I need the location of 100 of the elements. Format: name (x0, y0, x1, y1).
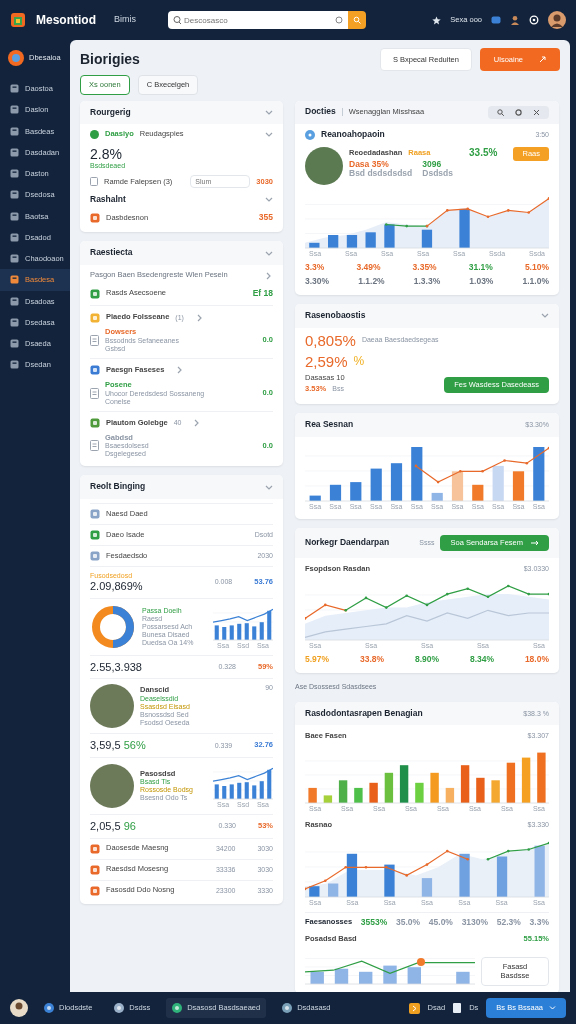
metric-value: 0,805% (305, 331, 356, 350)
search-button[interactable] (348, 11, 366, 29)
figure-value: 1.3.3% (413, 277, 441, 288)
chart-bar (309, 885, 320, 897)
chart-bar (384, 773, 394, 804)
app-icon (282, 1003, 293, 1013)
app-name: Mesontiod (36, 12, 96, 29)
figure-value: 3553% (360, 917, 388, 928)
settings-icon[interactable] (529, 15, 539, 25)
search-icon (171, 15, 183, 25)
chart-bar (252, 626, 257, 640)
chart-bar (411, 446, 423, 501)
arrow-icon (531, 540, 539, 547)
stat-value: 2.55,3.938 (90, 660, 143, 674)
figure-value: 3.3% (529, 917, 549, 928)
chart-bar (222, 786, 227, 800)
close-icon (533, 108, 540, 116)
chart-bar (445, 788, 455, 804)
chart-bar (415, 783, 424, 804)
card-title: Rasenobaostis (305, 311, 367, 321)
search-icon (497, 108, 504, 116)
chevron-icon[interactable] (265, 483, 273, 491)
search-button[interactable] (494, 108, 507, 116)
figure-value: 33.8% (359, 655, 385, 666)
page-icon (10, 317, 19, 327)
chart-bar (460, 765, 470, 804)
chart-bar (244, 782, 249, 800)
chart-bar (533, 446, 545, 501)
chart-bar (399, 765, 409, 804)
chevron-icon[interactable] (541, 312, 549, 320)
avatar-icon[interactable] (548, 11, 566, 29)
photo-placeholder (90, 684, 134, 729)
settings-icon (515, 108, 522, 116)
logo-icon (10, 12, 26, 28)
chart-bar (384, 864, 395, 897)
chat-icon[interactable] (491, 15, 501, 25)
stat-value: 2,05,5 96 (90, 820, 137, 833)
nav-link[interactable]: Bimis (114, 13, 136, 27)
figure-value: 45.0% (428, 917, 453, 928)
status-icon (90, 130, 99, 140)
app-icon[interactable] (408, 1002, 420, 1014)
stat-value: 2.09,869% (90, 580, 144, 593)
chart-bar (214, 784, 219, 800)
page-icon (10, 147, 19, 157)
detail-text: Bsd dsdsdsdsd (349, 169, 413, 180)
chart-bar (309, 495, 321, 501)
photo-placeholder (90, 764, 134, 809)
app-icon (172, 1003, 183, 1013)
page-icon (10, 339, 19, 349)
chart-bar (359, 972, 373, 985)
chart-bar (537, 753, 546, 804)
star-icon[interactable] (432, 15, 442, 25)
chart-bar (244, 623, 249, 640)
figure-value: 5.10% (524, 262, 549, 273)
chart-bar (252, 785, 257, 800)
chart-bar (459, 853, 470, 897)
detail-text: Dasa 35% (349, 159, 390, 169)
panel-title: Docties (305, 107, 336, 117)
figure-value: 1.1.2% (358, 277, 385, 288)
chart-bar (338, 780, 348, 804)
amount: Ef 18 (252, 288, 273, 299)
card-title: Norkegr Daendarpan (305, 538, 391, 548)
page-icon (10, 254, 19, 264)
circle-icon (334, 15, 344, 25)
tile-icon (90, 212, 100, 223)
chart-bar (259, 781, 264, 800)
chart-bar (229, 625, 234, 640)
page-icon (10, 275, 19, 285)
chart-bar (370, 468, 382, 501)
search-icon (353, 16, 361, 24)
chart-bar (521, 758, 531, 804)
photo-placeholder (305, 146, 343, 185)
chart-bar (459, 208, 470, 248)
chart-bar (237, 623, 242, 640)
app-icon (114, 1003, 125, 1013)
app-icon (44, 1003, 54, 1013)
card-title: Rea Sesnan (305, 419, 355, 430)
chart-bar (346, 234, 358, 248)
avatar-icon (8, 50, 24, 66)
user-icon[interactable] (510, 15, 520, 25)
chart-bar (506, 763, 516, 804)
chevron-icon (265, 271, 273, 280)
chevron-icon[interactable] (265, 108, 273, 116)
tile-icon (90, 288, 100, 299)
trend-line (486, 841, 549, 861)
settings-button[interactable] (512, 108, 525, 116)
chart-bar (496, 856, 508, 897)
section-title: Reanoahopaoin (321, 130, 386, 140)
big-value: 2.8% (90, 146, 123, 163)
search-field[interactable]: Descosasco (168, 11, 348, 29)
metric-value: 2,59% (305, 353, 348, 371)
figure-value: 3130% (461, 917, 489, 928)
chart-bar (421, 877, 433, 897)
figure-value: 3.30% (305, 277, 330, 288)
chart-bar (329, 484, 342, 501)
chevron-icon[interactable] (265, 249, 273, 257)
chart-bar (214, 625, 219, 640)
chart-bar (451, 471, 464, 501)
chevron-icon (265, 131, 273, 139)
document-icon[interactable] (453, 1003, 462, 1013)
